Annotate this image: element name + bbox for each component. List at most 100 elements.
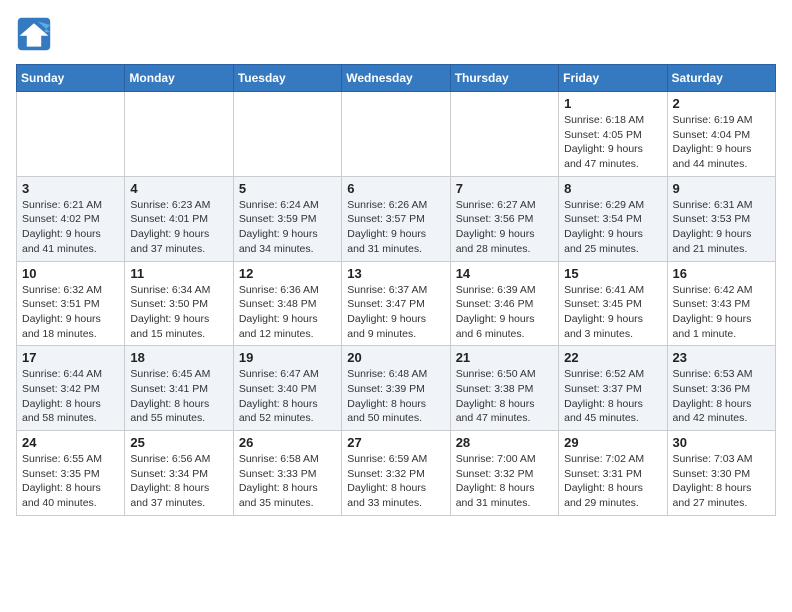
day-number: 8 [564, 181, 661, 196]
day-number: 27 [347, 435, 444, 450]
day-info: Sunrise: 6:56 AM Sunset: 3:34 PM Dayligh… [130, 452, 227, 511]
calendar-cell [342, 92, 450, 177]
day-number: 22 [564, 350, 661, 365]
calendar-cell: 3Sunrise: 6:21 AM Sunset: 4:02 PM Daylig… [17, 176, 125, 261]
calendar-cell: 7 Sunrise: 6:27 AM Sunset: 3:56 PM Daylig… [450, 176, 558, 261]
calendar-cell: 28 Sunrise: 7:00 AM Sunset: 3:32 PM Dayli… [450, 431, 558, 516]
day-info: Sunrise: 6:52 AM Sunset: 3:37 PM Dayligh… [564, 367, 661, 426]
calendar-cell: 5 Sunrise: 6:24 AM Sunset: 3:59 PM Daylig… [233, 176, 341, 261]
calendar-cell: 29Sunrise: 7:02 AM Sunset: 3:31 PM Dayli… [559, 431, 667, 516]
day-number: 16 [673, 266, 770, 281]
day-info: Sunrise: 6:58 AM Sunset: 3:33 PM Dayligh… [239, 452, 336, 511]
day-info: Sunrise: 6:24 AM Sunset: 3:59 PM Dayligh… [239, 198, 336, 257]
day-info: Sunrise: 6:55 AM Sunset: 3:35 PM Dayligh… [22, 452, 119, 511]
day-number: 9 [673, 181, 770, 196]
calendar-cell: 16 Sunrise: 6:42 AM Sunset: 3:43 PM Dayli… [667, 261, 775, 346]
day-info: Sunrise: 6:32 AM Sunset: 3:51 PM Dayligh… [22, 283, 119, 342]
day-info: Sunrise: 6:39 AM Sunset: 3:46 PM Dayligh… [456, 283, 553, 342]
weekday-header: Sunday [17, 65, 125, 92]
calendar-cell [450, 92, 558, 177]
day-info: Sunrise: 6:34 AM Sunset: 3:50 PM Dayligh… [130, 283, 227, 342]
day-info: Sunrise: 6:42 AM Sunset: 3:43 PM Dayligh… [673, 283, 770, 342]
weekday-header: Saturday [667, 65, 775, 92]
day-number: 17 [22, 350, 119, 365]
calendar-week-row: 24 Sunrise: 6:55 AM Sunset: 3:35 PM Dayli… [17, 431, 776, 516]
weekday-header-row: SundayMondayTuesdayWednesdayThursdayFrid… [17, 65, 776, 92]
weekday-header: Monday [125, 65, 233, 92]
day-info: Sunrise: 6:29 AM Sunset: 3:54 PM Dayligh… [564, 198, 661, 257]
day-info: Sunrise: 6:47 AM Sunset: 3:40 PM Dayligh… [239, 367, 336, 426]
day-info: Sunrise: 6:53 AM Sunset: 3:36 PM Dayligh… [673, 367, 770, 426]
day-info: Sunrise: 6:37 AM Sunset: 3:47 PM Dayligh… [347, 283, 444, 342]
calendar-cell: 2 Sunrise: 6:19 AM Sunset: 4:04 PM Daylig… [667, 92, 775, 177]
day-number: 15 [564, 266, 661, 281]
day-info: Sunrise: 6:26 AM Sunset: 3:57 PM Dayligh… [347, 198, 444, 257]
day-info: Sunrise: 6:23 AM Sunset: 4:01 PM Dayligh… [130, 198, 227, 257]
day-number: 2 [673, 96, 770, 111]
calendar-cell: 21 Sunrise: 6:50 AM Sunset: 3:38 PM Dayli… [450, 346, 558, 431]
day-info: Sunrise: 6:18 AM Sunset: 4:05 PM Dayligh… [564, 113, 661, 172]
weekday-header: Friday [559, 65, 667, 92]
calendar-cell: 15 Sunrise: 6:41 AM Sunset: 3:45 PM Dayli… [559, 261, 667, 346]
calendar-cell: 17 Sunrise: 6:44 AM Sunset: 3:42 PM Dayli… [17, 346, 125, 431]
day-number: 3 [22, 181, 119, 196]
calendar-cell: 20 Sunrise: 6:48 AM Sunset: 3:39 PM Dayli… [342, 346, 450, 431]
day-info: Sunrise: 6:59 AM Sunset: 3:32 PM Dayligh… [347, 452, 444, 511]
calendar-week-row: 17 Sunrise: 6:44 AM Sunset: 3:42 PM Dayli… [17, 346, 776, 431]
day-number: 26 [239, 435, 336, 450]
calendar-cell: 9Sunrise: 6:31 AM Sunset: 3:53 PM Daylig… [667, 176, 775, 261]
calendar-week-row: 10 Sunrise: 6:32 AM Sunset: 3:51 PM Dayli… [17, 261, 776, 346]
calendar-week-row: 3Sunrise: 6:21 AM Sunset: 4:02 PM Daylig… [17, 176, 776, 261]
calendar-table: SundayMondayTuesdayWednesdayThursdayFrid… [16, 64, 776, 516]
calendar-cell: 8 Sunrise: 6:29 AM Sunset: 3:54 PM Daylig… [559, 176, 667, 261]
day-number: 19 [239, 350, 336, 365]
calendar-cell: 27 Sunrise: 6:59 AM Sunset: 3:32 PM Dayli… [342, 431, 450, 516]
day-info: Sunrise: 7:00 AM Sunset: 3:32 PM Dayligh… [456, 452, 553, 511]
calendar-cell: 19 Sunrise: 6:47 AM Sunset: 3:40 PM Dayli… [233, 346, 341, 431]
day-number: 21 [456, 350, 553, 365]
day-info: Sunrise: 6:27 AM Sunset: 3:56 PM Dayligh… [456, 198, 553, 257]
day-number: 7 [456, 181, 553, 196]
day-number: 6 [347, 181, 444, 196]
calendar-cell: 30 Sunrise: 7:03 AM Sunset: 3:30 PM Dayli… [667, 431, 775, 516]
calendar-cell: 24 Sunrise: 6:55 AM Sunset: 3:35 PM Dayli… [17, 431, 125, 516]
day-number: 30 [673, 435, 770, 450]
page-header [16, 16, 776, 52]
day-info: Sunrise: 6:36 AM Sunset: 3:48 PM Dayligh… [239, 283, 336, 342]
calendar-cell: 10 Sunrise: 6:32 AM Sunset: 3:51 PM Dayli… [17, 261, 125, 346]
day-number: 10 [22, 266, 119, 281]
calendar-cell [17, 92, 125, 177]
calendar-cell [125, 92, 233, 177]
day-number: 4 [130, 181, 227, 196]
logo [16, 16, 56, 52]
day-number: 25 [130, 435, 227, 450]
calendar-cell: 14 Sunrise: 6:39 AM Sunset: 3:46 PM Dayli… [450, 261, 558, 346]
day-number: 28 [456, 435, 553, 450]
day-number: 24 [22, 435, 119, 450]
calendar-cell: 13Sunrise: 6:37 AM Sunset: 3:47 PM Dayli… [342, 261, 450, 346]
day-info: Sunrise: 6:41 AM Sunset: 3:45 PM Dayligh… [564, 283, 661, 342]
logo-icon [16, 16, 52, 52]
day-number: 11 [130, 266, 227, 281]
day-info: Sunrise: 6:50 AM Sunset: 3:38 PM Dayligh… [456, 367, 553, 426]
day-number: 20 [347, 350, 444, 365]
day-number: 29 [564, 435, 661, 450]
calendar-week-row: 1 Sunrise: 6:18 AM Sunset: 4:05 PM Daylig… [17, 92, 776, 177]
day-number: 12 [239, 266, 336, 281]
day-number: 1 [564, 96, 661, 111]
calendar-cell [233, 92, 341, 177]
day-number: 5 [239, 181, 336, 196]
calendar-cell: 22 Sunrise: 6:52 AM Sunset: 3:37 PM Dayli… [559, 346, 667, 431]
calendar-cell: 6 Sunrise: 6:26 AM Sunset: 3:57 PM Daylig… [342, 176, 450, 261]
day-info: Sunrise: 6:44 AM Sunset: 3:42 PM Dayligh… [22, 367, 119, 426]
calendar-cell: 18Sunrise: 6:45 AM Sunset: 3:41 PM Dayli… [125, 346, 233, 431]
weekday-header: Tuesday [233, 65, 341, 92]
day-info: Sunrise: 6:19 AM Sunset: 4:04 PM Dayligh… [673, 113, 770, 172]
day-info: Sunrise: 7:03 AM Sunset: 3:30 PM Dayligh… [673, 452, 770, 511]
day-number: 14 [456, 266, 553, 281]
calendar-cell: 23Sunrise: 6:53 AM Sunset: 3:36 PM Dayli… [667, 346, 775, 431]
calendar-cell: 1 Sunrise: 6:18 AM Sunset: 4:05 PM Daylig… [559, 92, 667, 177]
day-number: 18 [130, 350, 227, 365]
calendar-cell: 25 Sunrise: 6:56 AM Sunset: 3:34 PM Dayli… [125, 431, 233, 516]
day-info: Sunrise: 6:48 AM Sunset: 3:39 PM Dayligh… [347, 367, 444, 426]
